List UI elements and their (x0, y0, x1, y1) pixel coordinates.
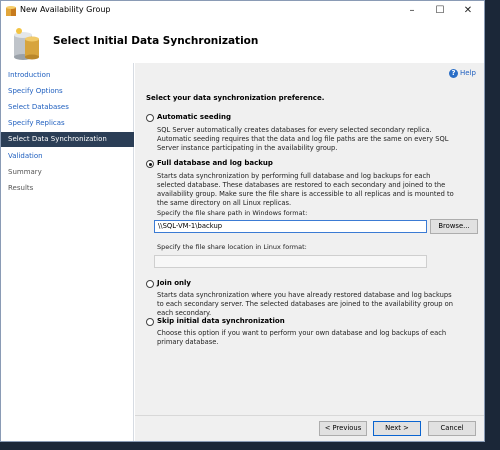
full-backup-radio[interactable] (146, 160, 154, 168)
nav-item-summary: Summary (8, 168, 42, 176)
title-bar: New Availability Group – ☐ ✕ (1, 1, 484, 21)
skip-sync-label[interactable]: Skip initial data synchronization (157, 317, 285, 325)
full-backup-label[interactable]: Full database and log backup (157, 159, 273, 167)
cancel-button[interactable]: Cancel (428, 421, 476, 436)
full-backup-description: Starts data synchronization by performin… (157, 172, 454, 207)
sync-preference-prompt: Select your data synchronization prefere… (146, 94, 325, 102)
skip-sync-radio[interactable] (146, 318, 154, 326)
minimize-icon[interactable]: – (399, 3, 425, 19)
join-only-radio[interactable] (146, 280, 154, 288)
maximize-icon[interactable]: ☐ (427, 3, 453, 19)
page-header: Select Initial Data Synchronization (1, 21, 484, 63)
nav-item-specify-options[interactable]: Specify Options (1, 84, 134, 99)
skip-sync-description: Choose this option if you want to perfor… (157, 329, 447, 346)
automatic-seeding-radio[interactable] (146, 114, 154, 122)
linux-path-input[interactable] (154, 255, 427, 268)
join-only-label[interactable]: Join only (157, 279, 191, 287)
help-icon: ? (449, 68, 459, 78)
nav-item-results: Results (8, 184, 34, 192)
automatic-seeding-label[interactable]: Automatic seeding (157, 113, 231, 121)
wizard-window: New Availability Group – ☐ ✕ Select Init… (0, 0, 485, 442)
linux-path-label: Specify the file share location in Linux… (157, 243, 307, 251)
join-only-description: Starts data synchronization where you ha… (157, 291, 453, 317)
nav-item-select-databases[interactable]: Select Databases (1, 100, 134, 115)
database-wizard-icon (14, 28, 39, 60)
automatic-seeding-description: SQL Server automatically creates databas… (157, 126, 449, 152)
help-label: Help (460, 69, 476, 77)
nav-item-select-data-synchronization[interactable]: Select Data Synchronization (1, 132, 134, 147)
footer-divider (135, 415, 484, 416)
nav-item-specify-replicas[interactable]: Specify Replicas (1, 116, 134, 131)
previous-button[interactable]: < Previous (319, 421, 367, 436)
wizard-nav: Introduction Specify Options Select Data… (1, 63, 134, 441)
app-icon (6, 6, 16, 16)
browse-button[interactable]: Browse... (430, 219, 478, 234)
windows-path-label: Specify the file share path in Windows f… (157, 209, 308, 217)
close-icon[interactable]: ✕ (455, 3, 481, 19)
window-title: New Availability Group (20, 5, 111, 14)
next-button[interactable]: Next > (373, 421, 421, 436)
nav-item-introduction[interactable]: Introduction (1, 68, 134, 83)
page-title: Select Initial Data Synchronization (53, 35, 259, 47)
nav-item-validation[interactable]: Validation (1, 149, 134, 164)
windows-path-input[interactable]: \\SQL-VM-1\backup (154, 220, 427, 233)
help-link[interactable]: ? Help (449, 67, 476, 79)
content-panel: ? Help Select your data synchronization p… (135, 63, 484, 441)
